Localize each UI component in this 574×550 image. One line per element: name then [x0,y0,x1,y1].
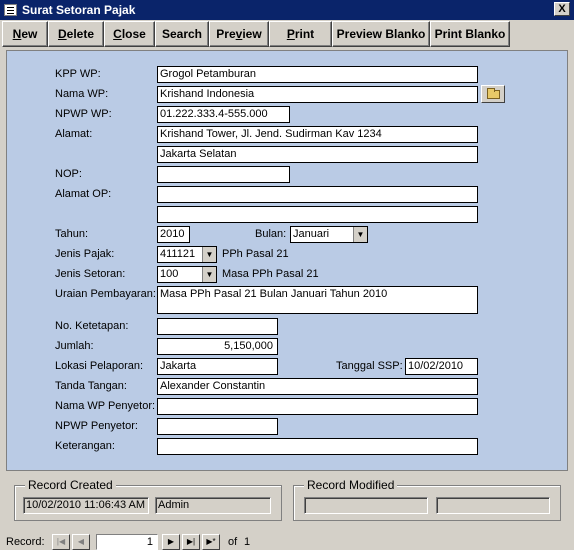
next-record-button[interactable]: ▶ [162,534,180,550]
chevron-down-icon[interactable]: ▼ [202,247,216,262]
new-record-button[interactable]: ▶* [202,534,220,550]
npwp-penyetor-field[interactable] [157,418,278,435]
created-user-field: Admin [155,497,271,514]
window-title: Surat Setoran Pajak [22,3,136,17]
keterangan-field[interactable] [157,438,478,455]
close-button[interactable]: Close [104,21,155,47]
npwp-penyetor-label: NPWP Penyetor: [55,420,138,432]
nama-wp-label: Nama WP: [55,88,109,100]
uraian-field[interactable]: Masa PPh Pasal 21 Bulan Januari Tahun 20… [157,286,478,314]
nop-field[interactable] [157,166,290,183]
alamat-op-line1-field[interactable] [157,186,478,203]
record-number-input[interactable]: 1 [96,534,158,550]
jenis-setoran-combo[interactable]: 100 ▼ [157,266,217,283]
bulan-label: Bulan: [255,228,287,240]
folder-icon [487,88,500,99]
keterangan-label: Keterangan: [55,440,115,452]
alamat-op-label: Alamat OP: [55,188,112,200]
form-window: Surat Setoran Pajak X New Delete Close S… [0,0,574,550]
kpp-wp-label: KPP WP: [55,68,101,80]
tanggal-ssp-field[interactable]: 10/02/2010 [405,358,478,375]
print-button[interactable]: Print [269,21,332,47]
nama-penyetor-field[interactable] [157,398,478,415]
jenis-setoran-label: Jenis Setoran: [55,268,126,280]
previous-record-button[interactable]: ◀ [72,534,90,550]
record-created-group: Record Created 10/02/2010 11:06:43 AM Ad… [14,478,282,521]
tahun-label: Tahun: [55,228,89,240]
print-blanko-button[interactable]: Print Blanko [430,21,510,47]
jenis-pajak-value: 411121 [160,248,196,260]
bulan-value: Januari [293,228,330,240]
jenis-pajak-label: Jenis Pajak: [55,248,115,260]
browse-folder-button[interactable] [481,85,505,103]
jenis-pajak-desc: PPh Pasal 21 [222,248,289,260]
title-bar: Surat Setoran Pajak X [0,0,574,20]
jumlah-field[interactable]: 5,150,000 [157,338,278,355]
toolbar: New Delete Close Search Preview Print Pr… [2,21,572,48]
record-label: Record: [6,536,45,548]
preview-blanko-button[interactable]: Preview Blanko [332,21,430,47]
record-modified-title: Record Modified [304,478,398,492]
lokasi-label: Lokasi Pelaporan: [55,360,144,372]
modified-datetime-field [304,497,428,514]
no-ketetapan-label: No. Ketetapan: [55,320,129,332]
modified-user-field [436,497,550,514]
chevron-down-icon[interactable]: ▼ [202,267,216,282]
created-datetime-field: 10/02/2010 11:06:43 AM [23,497,149,514]
nama-wp-field[interactable]: Krishand Indonesia [157,86,478,103]
tanggal-ssp-label: Tanggal SSP: [336,360,403,372]
close-window-button[interactable]: X [554,2,570,16]
preview-button[interactable]: Preview [209,21,269,47]
nop-label: NOP: [55,168,82,180]
nama-penyetor-label: Nama WP Penyetor: [55,400,156,412]
delete-button[interactable]: Delete [48,21,104,47]
bulan-combo[interactable]: Januari ▼ [290,226,368,243]
jenis-setoran-value: 100 [160,268,179,280]
new-button[interactable]: New [2,21,48,47]
jumlah-label: Jumlah: [55,340,94,352]
kpp-wp-field[interactable]: Grogol Petamburan [157,66,478,83]
record-navigation-bar: Record: |◀ ◀ 1 ▶ ▶| ▶* of 1 [0,533,574,550]
first-record-button[interactable]: |◀ [52,534,70,550]
npwp-wp-field[interactable]: 01.222.333.4-555.000 [157,106,290,123]
form-detail-section: KPP WP: Grogol Petamburan Nama WP: Krish… [6,50,568,471]
tanda-tangan-label: Tanda Tangan: [55,380,127,392]
npwp-wp-label: NPWP WP: [55,108,112,120]
tanda-tangan-field[interactable]: Alexander Constantin [157,378,478,395]
no-ketetapan-field[interactable] [157,318,278,335]
record-created-title: Record Created [25,478,116,492]
alamat-line1-field[interactable]: Krishand Tower, Jl. Jend. Sudirman Kav 1… [157,126,478,143]
lokasi-field[interactable]: Jakarta [157,358,278,375]
tahun-field[interactable]: 2010 [157,226,190,243]
jenis-setoran-desc: Masa PPh Pasal 21 [222,268,319,280]
alamat-line2-field[interactable]: Jakarta Selatan [157,146,478,163]
record-of-text: of [228,536,238,548]
uraian-label: Uraian Pembayaran: [55,288,156,300]
last-record-button[interactable]: ▶| [182,534,200,550]
search-button[interactable]: Search [155,21,209,47]
chevron-down-icon[interactable]: ▼ [353,227,367,242]
alamat-label: Alamat: [55,128,93,140]
record-total: 1 [244,536,251,548]
form-icon [4,4,17,16]
jenis-pajak-combo[interactable]: 411121 ▼ [157,246,217,263]
alamat-op-line2-field[interactable] [157,206,478,223]
record-modified-group: Record Modified [293,478,561,521]
